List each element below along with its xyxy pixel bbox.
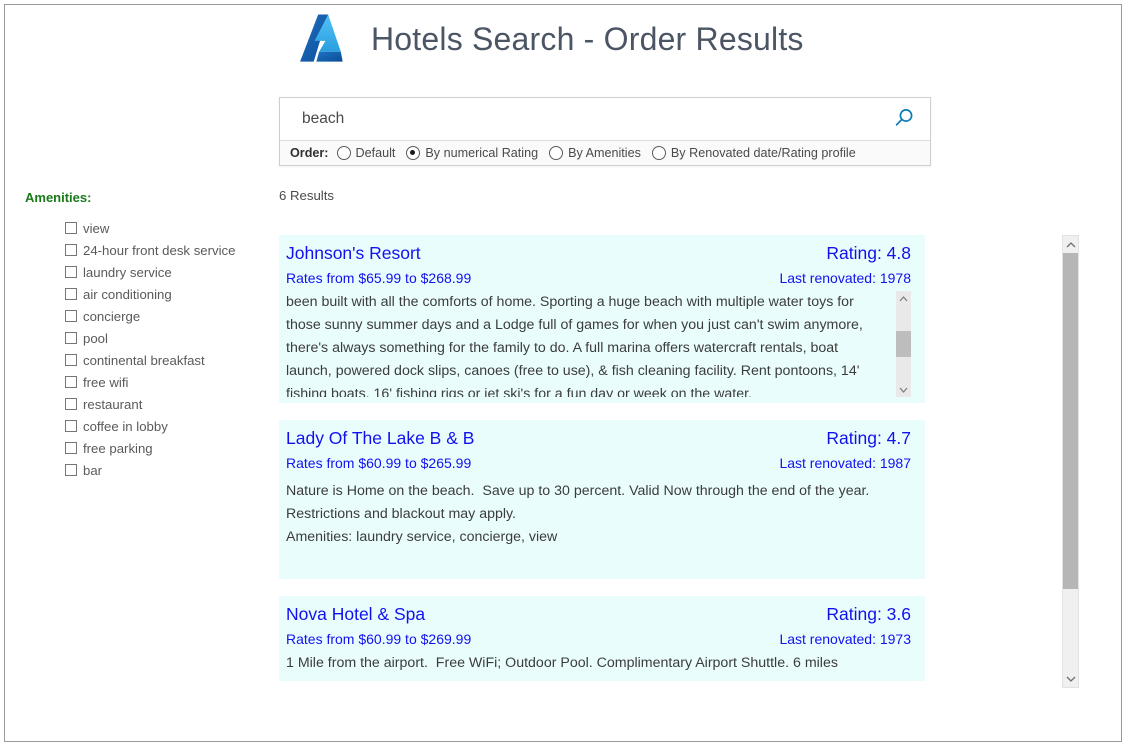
amenity-label: view xyxy=(83,220,110,236)
checkbox-icon[interactable] xyxy=(65,244,77,256)
description-scrollbar[interactable] xyxy=(896,291,911,397)
checkbox-icon[interactable] xyxy=(65,354,77,366)
checkbox-icon[interactable] xyxy=(65,332,77,344)
app-header: Hotels Search - Order Results xyxy=(291,10,804,68)
scroll-up-icon[interactable] xyxy=(1063,236,1078,253)
hotel-rating: Rating: 4.8 xyxy=(826,243,911,263)
azure-a-logo-icon xyxy=(291,10,349,68)
amenity-item-restaurant[interactable]: restaurant xyxy=(65,393,265,415)
amenity-item-free-parking[interactable]: free parking xyxy=(65,437,265,459)
amenity-item-free-wifi[interactable]: free wifi xyxy=(65,371,265,393)
hotel-description: Nature is Home on the beach. Save up to … xyxy=(286,483,870,545)
amenity-item-bar[interactable]: bar xyxy=(65,459,265,481)
amenity-item-laundry-service[interactable]: laundry service xyxy=(65,261,265,283)
hotel-last-renovated: Last renovated: 1978 xyxy=(779,270,911,286)
hotel-last-renovated: Last renovated: 1987 xyxy=(779,455,911,471)
amenity-item-view[interactable]: view xyxy=(65,217,265,239)
amenity-label: 24-hour front desk service xyxy=(83,242,236,258)
hotel-name-link[interactable]: Lady Of The Lake B & B xyxy=(286,428,474,449)
order-radio-by-amenities-label: By Amenities xyxy=(568,146,641,160)
radio-selected-icon xyxy=(406,146,421,160)
checkbox-icon[interactable] xyxy=(65,310,77,322)
amenity-item-continental-breakfast[interactable]: continental breakfast xyxy=(65,349,265,371)
scrollbar-thumb[interactable] xyxy=(1063,253,1078,589)
order-radio-by-amenities[interactable]: By Amenities xyxy=(549,146,641,160)
checkbox-icon[interactable] xyxy=(65,464,77,476)
order-radio-by-numerical-rating[interactable]: By numerical Rating xyxy=(406,146,538,160)
checkbox-icon[interactable] xyxy=(65,288,77,300)
result-card-header: Johnson's Resort Rating: 4.8 xyxy=(286,243,911,264)
order-label: Order: xyxy=(290,146,329,160)
hotel-description-wrap: been built with all the comforts of home… xyxy=(286,291,911,397)
result-card-subheader: Rates from $60.99 to $265.99 Last renova… xyxy=(286,449,911,471)
result-card-header: Lady Of The Lake B & B Rating: 4.7 xyxy=(286,428,911,449)
hotel-rating: Rating: 3.6 xyxy=(826,604,911,624)
result-card-header: Nova Hotel & Spa Rating: 3.6 xyxy=(286,604,911,625)
search-panel: Order: Default By numerical Rating By Am… xyxy=(279,97,931,166)
hotel-description: 1 Mile from the airport. Free WiFi; Outd… xyxy=(286,655,838,671)
amenities-heading: Amenities: xyxy=(25,190,92,205)
result-card[interactable]: Nova Hotel & Spa Rating: 3.6 Rates from … xyxy=(279,596,925,681)
radio-icon xyxy=(336,146,351,160)
checkbox-icon[interactable] xyxy=(65,376,77,388)
page-title: Hotels Search - Order Results xyxy=(371,20,804,57)
search-input[interactable] xyxy=(280,99,930,139)
amenity-label: restaurant xyxy=(83,396,143,412)
amenity-item-24-hour-front-desk-service[interactable]: 24-hour front desk service xyxy=(65,239,265,261)
amenity-label: free parking xyxy=(83,440,153,456)
order-radio-default[interactable]: Default xyxy=(336,146,396,160)
radio-icon xyxy=(549,146,564,160)
hotel-description: been built with all the comforts of home… xyxy=(286,294,867,397)
results-list: Johnson's Resort Rating: 4.8 Rates from … xyxy=(279,235,925,688)
checkbox-icon[interactable] xyxy=(65,420,77,432)
checkbox-icon[interactable] xyxy=(65,222,77,234)
result-card[interactable]: Johnson's Resort Rating: 4.8 Rates from … xyxy=(279,235,925,403)
hotel-rates: Rates from $60.99 to $269.99 xyxy=(286,631,472,647)
amenity-label: pool xyxy=(83,330,108,346)
amenity-item-concierge[interactable]: concierge xyxy=(65,305,265,327)
amenities-filter-panel: Amenities: view 24-hour front desk servi… xyxy=(25,190,265,481)
amenity-label: continental breakfast xyxy=(83,352,205,368)
hotel-rates: Rates from $60.99 to $265.99 xyxy=(286,455,472,471)
checkbox-icon[interactable] xyxy=(65,442,77,454)
checkbox-icon[interactable] xyxy=(65,398,77,410)
search-icon xyxy=(893,107,915,132)
amenity-label: free wifi xyxy=(83,374,129,390)
radio-icon xyxy=(651,146,666,160)
result-card-subheader: Rates from $65.99 to $268.99 Last renova… xyxy=(286,264,911,286)
amenity-label: laundry service xyxy=(83,264,172,280)
amenity-label: air conditioning xyxy=(83,286,172,302)
scrollbar-thumb[interactable] xyxy=(896,331,911,357)
amenity-label: coffee in lobby xyxy=(83,418,168,434)
search-row xyxy=(280,98,930,140)
results-scrollbar[interactable] xyxy=(1062,235,1079,688)
amenity-item-pool[interactable]: pool xyxy=(65,327,265,349)
order-radio-default-label: Default xyxy=(355,146,396,160)
scroll-down-icon[interactable] xyxy=(1063,670,1078,687)
amenity-label: concierge xyxy=(83,308,141,324)
hotel-rates: Rates from $65.99 to $268.99 xyxy=(286,270,472,286)
amenity-item-coffee-in-lobby[interactable]: coffee in lobby xyxy=(65,415,265,437)
results-count: 6 Results xyxy=(279,188,334,203)
hotel-name-link[interactable]: Johnson's Resort xyxy=(286,243,421,264)
hotel-name-link[interactable]: Nova Hotel & Spa xyxy=(286,604,425,625)
hotel-last-renovated: Last renovated: 1973 xyxy=(779,631,911,647)
app-page: Hotels Search - Order Results Order: Def… xyxy=(0,0,1128,746)
order-radio-by-renovated-date[interactable]: By Renovated date/Rating profile xyxy=(651,146,856,160)
result-card-subheader: Rates from $60.99 to $269.99 Last renova… xyxy=(286,625,911,647)
amenities-list: view 24-hour front desk service laundry … xyxy=(25,217,265,481)
amenity-item-air-conditioning[interactable]: air conditioning xyxy=(65,283,265,305)
hotel-description-wrap: 1 Mile from the airport. Free WiFi; Outd… xyxy=(286,652,911,675)
hotel-rating: Rating: 4.7 xyxy=(826,428,911,448)
search-button[interactable] xyxy=(888,104,920,134)
amenity-label: bar xyxy=(83,462,103,478)
checkbox-icon[interactable] xyxy=(65,266,77,278)
scroll-up-icon[interactable] xyxy=(896,291,911,306)
order-options-row: Order: Default By numerical Rating By Am… xyxy=(280,140,930,165)
result-card[interactable]: Lady Of The Lake B & B Rating: 4.7 Rates… xyxy=(279,420,925,579)
scroll-down-icon[interactable] xyxy=(896,382,911,397)
order-radio-by-renovated-date-label: By Renovated date/Rating profile xyxy=(670,146,856,160)
hotel-description-wrap: Nature is Home on the beach. Save up to … xyxy=(286,480,911,549)
order-radio-by-numerical-rating-label: By numerical Rating xyxy=(425,146,539,160)
